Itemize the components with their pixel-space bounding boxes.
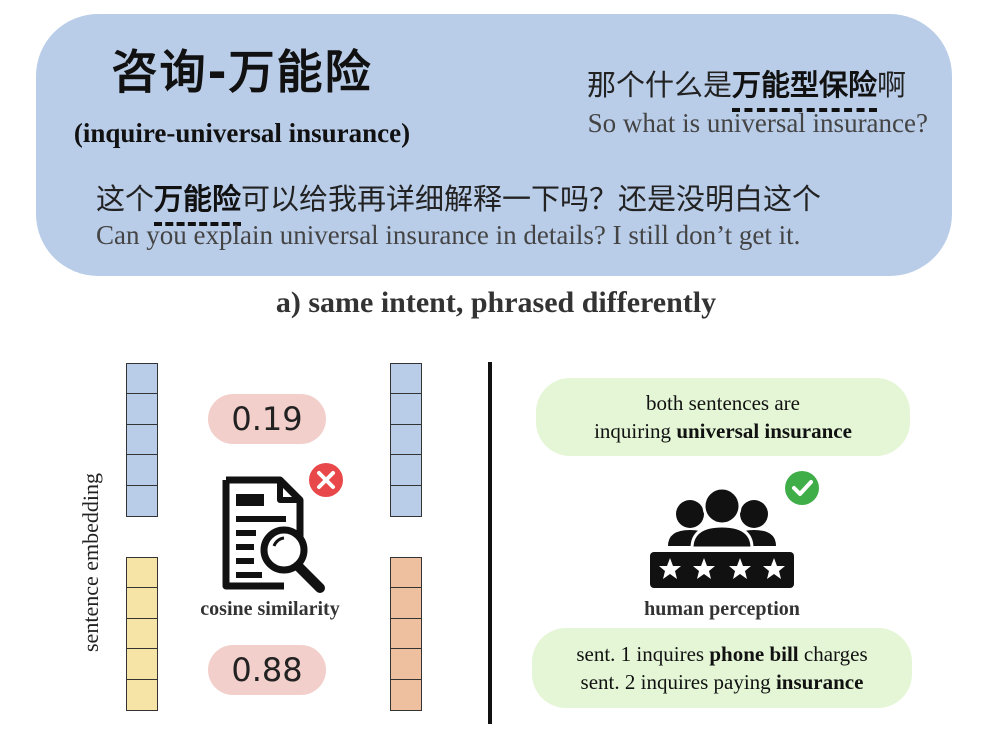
sentence-2-keyword: 万能险: [154, 176, 242, 226]
embedding-cell: [126, 454, 158, 486]
bubble-2-line-2: sent. 2 inquires paying insurance: [532, 668, 912, 696]
embedding-column-2-orange: [390, 556, 422, 711]
embedding-cell: [126, 423, 158, 456]
human-judgement-bubble-2: sent. 1 inquires phone bill charges sent…: [532, 628, 912, 708]
check-icon: [785, 471, 819, 505]
embedding-cell: [126, 648, 158, 680]
intent-label-english: (inquire-universal insurance): [73, 118, 411, 148]
bubble-2-line-1-suffix: charges: [798, 642, 868, 666]
embedding-cell: [126, 678, 158, 711]
embedding-cell: [390, 423, 422, 456]
embedding-column-1-blue: [126, 362, 158, 517]
embedding-cell: [390, 393, 422, 425]
embedding-cell: [126, 393, 158, 425]
caption-a: a) same intent, phrased differently: [275, 286, 717, 319]
sentence-1-prefix: 那个什么是: [586, 68, 732, 102]
embedding-cell: [390, 678, 422, 711]
bubble-1-line-1: both sentences are: [646, 391, 800, 415]
embedding-cell: [126, 587, 158, 619]
embedding-column-1-yellow: [126, 556, 158, 711]
human-rating-icon: [650, 486, 794, 588]
sentence-2-chinese: 这个万能险可以给我再详细解释一下吗？还是没明白这个: [96, 176, 822, 226]
similarity-score-top: 0.19: [208, 394, 326, 444]
embedding-cell: [390, 454, 422, 486]
embedding-cell: [390, 617, 422, 650]
embedding-cell: [390, 362, 422, 395]
embedding-cell: [126, 556, 158, 589]
bubble-2-keyword-2: insurance: [775, 670, 864, 694]
sentence-2-suffix: 可以给我再详细解释一下吗？还是没明白这个: [241, 182, 822, 216]
embedding-cell: [390, 556, 422, 589]
embedding-cell: [390, 484, 422, 517]
cosine-similarity-label: cosine similarity: [200, 598, 340, 620]
embedding-cell: [126, 484, 158, 517]
error-x-icon: [309, 463, 343, 497]
sentence-2-english: Can you explain universal insurance in d…: [96, 220, 801, 250]
bubble-2-line-1: sent. 1 inquires phone bill charges: [532, 640, 912, 668]
sentence-1-chinese: 那个什么是万能型保险啊: [586, 62, 906, 112]
sentence-1-suffix: 啊: [876, 68, 906, 102]
bubble-1-keyword: universal insurance: [676, 419, 852, 443]
bubble-1-line-2-text: inquiring: [594, 419, 677, 443]
embedding-cell: [390, 648, 422, 680]
embedding-cell: [126, 362, 158, 395]
embedding-cell: [126, 617, 158, 650]
embedding-column-2-blue: [390, 362, 422, 517]
bubble-1-line-2: inquiring universal insurance: [536, 417, 910, 445]
sentence-1-english: So what is universal insurance?: [587, 108, 928, 138]
embedding-cell: [390, 587, 422, 619]
axis-label-sentence-embedding: sentence embedding: [78, 473, 103, 652]
intent-label-chinese: 咨询-万能险: [111, 45, 373, 99]
similarity-score-bottom: 0.88: [208, 645, 326, 695]
sentence-1-keyword: 万能型保险: [731, 62, 878, 112]
bubble-2-line-2-text: sent. 2 inquires paying: [580, 670, 776, 694]
sentence-2-prefix: 这个: [96, 182, 155, 216]
bubble-2-keyword-1: phone bill: [709, 642, 799, 666]
human-perception-label: human perception: [644, 598, 800, 620]
human-judgement-bubble-1: both sentences are inquiring universal i…: [536, 378, 910, 456]
divider: [488, 362, 492, 724]
bubble-2-line-1-text: sent. 1 inquires: [576, 642, 710, 666]
